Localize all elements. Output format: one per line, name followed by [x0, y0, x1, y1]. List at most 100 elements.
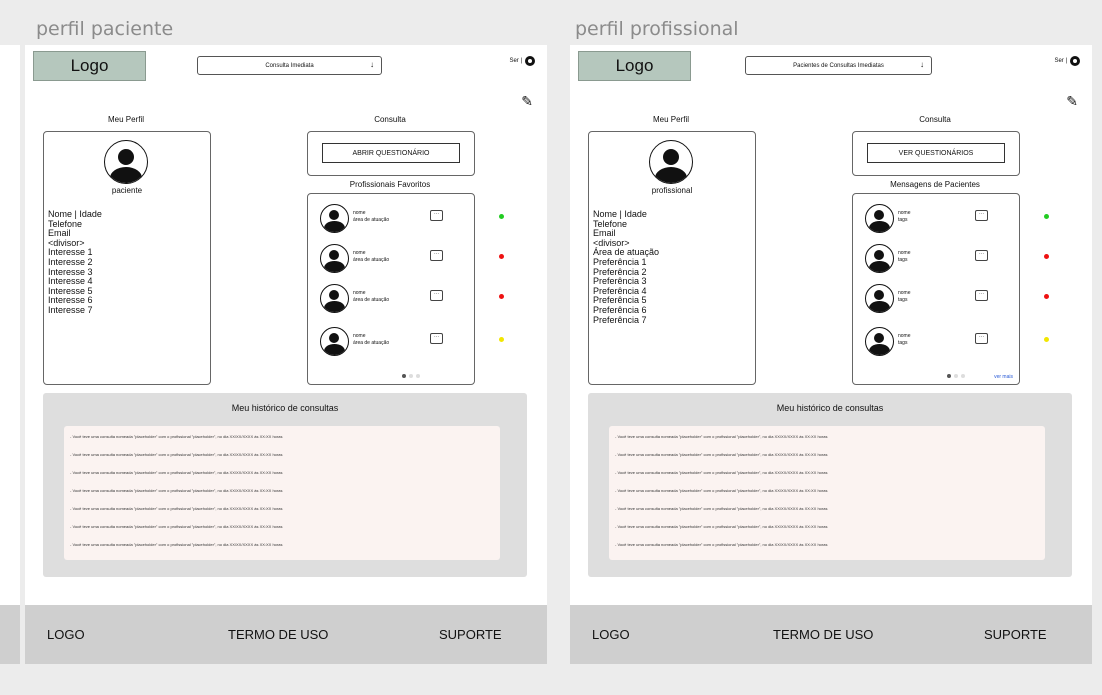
- chat-icon[interactable]: ···: [975, 333, 988, 344]
- consult-heading: Consulta: [919, 115, 951, 124]
- history-item: - Você teve uma consulta nomeada "placeh…: [70, 470, 283, 475]
- previous-frame-edge: [0, 45, 20, 605]
- questionnaire-button[interactable]: VER QUESTIONÁRIOS: [867, 143, 1005, 163]
- history-item: - Você teve uma consulta nomeada "placeh…: [615, 452, 828, 457]
- status-dot: [499, 254, 504, 259]
- history-item: - Você teve uma consulta nomeada "placeh…: [615, 542, 828, 547]
- status-dot: [499, 337, 504, 342]
- history-list: - Você teve uma consulta nomeada "placeh…: [615, 432, 827, 558]
- dropdown-label: Consulta Imediata: [265, 62, 314, 69]
- history-item: - Você teve uma consulta nomeada "placeh…: [615, 506, 828, 511]
- chat-icon[interactable]: ···: [430, 333, 443, 344]
- history-panel: - Você teve uma consulta nomeada "placeh…: [609, 426, 1045, 560]
- list-item[interactable]: nome tags ···: [865, 242, 1049, 276]
- profile-field: Preferência 7: [593, 314, 647, 325]
- item-subtitle: tags: [898, 217, 908, 223]
- pagination-dots[interactable]: [402, 374, 420, 378]
- frame-title: perfil profissional: [575, 18, 739, 40]
- profile-role: paciente: [111, 186, 143, 195]
- item-name: nome: [898, 333, 911, 339]
- item-name: nome: [898, 290, 911, 296]
- consult-history: Meu histórico de consultas - Você teve u…: [588, 393, 1072, 577]
- profile-card: profissional Nome | Idade Telefone Email <d…: [588, 131, 756, 385]
- history-item: - Você teve uma consulta nomeada "placeh…: [615, 470, 828, 475]
- list-item[interactable]: nome área de atuação ···: [320, 242, 504, 276]
- status-dot: [1044, 214, 1049, 219]
- user-menu[interactable]: Ser |: [509, 56, 535, 66]
- history-item: - Você teve uma consulta nomeada "placeh…: [70, 452, 283, 457]
- consult-dropdown[interactable]: Pacientes de Consultas Imediatas ↓: [745, 56, 932, 75]
- list-item[interactable]: nome tags ···: [865, 282, 1049, 316]
- footer-logo[interactable]: LOGO: [47, 627, 85, 642]
- see-more-link[interactable]: ver mais: [994, 374, 1013, 380]
- consult-box: VER QUESTIONÁRIOS: [852, 131, 1020, 176]
- avatar-icon: [320, 327, 349, 356]
- profile-role: profissional: [651, 186, 693, 195]
- profile-page-frame: Logo Consulta Imediata ↓ Ser | ✎ Meu Per…: [25, 45, 547, 695]
- item-subtitle: tags: [898, 257, 908, 263]
- page-sheet: Logo Pacientes de Consultas Imediatas ↓ …: [570, 45, 1092, 605]
- logo[interactable]: Logo: [578, 51, 691, 81]
- list-item[interactable]: nome área de atuação ···: [320, 202, 504, 236]
- history-panel: - Você teve uma consulta nomeada "placeh…: [64, 426, 500, 560]
- item-name: nome: [353, 333, 366, 339]
- history-item: - Você teve uma consulta nomeada "placeh…: [615, 434, 828, 439]
- footer-support-link[interactable]: SUPORTE: [984, 627, 1047, 642]
- page-sheet: Logo Consulta Imediata ↓ Ser | ✎ Meu Per…: [25, 45, 547, 605]
- profile-fields: Nome | Idade Telefone Email <divisor> Intere…: [48, 209, 102, 316]
- footer-terms-link[interactable]: TERMO DE USO: [228, 627, 328, 642]
- status-dot: [499, 214, 504, 219]
- arrow-down-icon: ↓: [370, 60, 374, 69]
- footer-support-link[interactable]: SUPORTE: [439, 627, 502, 642]
- item-subtitle: área de atuação: [353, 257, 390, 263]
- history-title: Meu histórico de consultas: [231, 403, 339, 413]
- history-item: - Você teve uma consulta nomeada "placeh…: [70, 542, 283, 547]
- history-item: - Você teve uma consulta nomeada "placeh…: [70, 524, 283, 529]
- contacts-list: nome tags ··· nome tags ··· nome tags ··· nome tag…: [852, 193, 1049, 385]
- user-label: Ser |: [509, 58, 522, 64]
- footer: LOGO TERMO DE USO SUPORTE: [570, 605, 1092, 664]
- history-item: - Você teve uma consulta nomeada "placeh…: [70, 434, 283, 439]
- user-label: Ser |: [1054, 58, 1067, 64]
- list-item[interactable]: nome área de atuação ···: [320, 282, 504, 316]
- item-subtitle: área de atuação: [353, 297, 390, 303]
- user-avatar-icon: [1070, 56, 1080, 66]
- chat-icon[interactable]: ···: [430, 210, 443, 221]
- avatar-icon: [320, 284, 349, 313]
- user-menu[interactable]: Ser |: [1054, 56, 1080, 66]
- questionnaire-button[interactable]: ABRIR QUESTIONÁRIO: [322, 143, 460, 163]
- footer-logo[interactable]: LOGO: [592, 627, 630, 642]
- chat-icon[interactable]: ···: [430, 290, 443, 301]
- previous-frame-footer-edge: [0, 605, 20, 664]
- consult-heading: Consulta: [374, 115, 406, 124]
- edit-icon[interactable]: ✎: [521, 93, 533, 110]
- history-list: - Você teve uma consulta nomeada "placeh…: [70, 432, 282, 558]
- item-name: nome: [898, 250, 911, 256]
- pagination-dots[interactable]: [947, 374, 965, 378]
- consult-box: ABRIR QUESTIONÁRIO: [307, 131, 475, 176]
- contacts-list: nome área de atuação ··· nome área de atuaçã…: [307, 193, 504, 385]
- list-item[interactable]: nome área de atuação ···: [320, 325, 504, 359]
- chat-icon[interactable]: ···: [430, 250, 443, 261]
- avatar-icon: [320, 244, 349, 273]
- item-name: nome: [353, 250, 366, 256]
- chat-icon[interactable]: ···: [975, 250, 988, 261]
- profile-heading: Meu Perfil: [107, 115, 144, 124]
- frame-title: perfil paciente: [36, 18, 174, 40]
- user-avatar-icon: [525, 56, 535, 66]
- profile-card: paciente Nome | Idade Telefone Email <divis…: [43, 131, 211, 385]
- list-item[interactable]: nome tags ···: [865, 202, 1049, 236]
- profile-field: Interesse 7: [48, 304, 93, 315]
- history-item: - Você teve uma consulta nomeada "placeh…: [615, 488, 828, 493]
- item-subtitle: tags: [898, 297, 908, 303]
- list-item[interactable]: nome tags ···: [865, 325, 1049, 359]
- footer-terms-link[interactable]: TERMO DE USO: [773, 627, 873, 642]
- item-subtitle: tags: [898, 340, 908, 346]
- profile-avatar-icon: [649, 140, 693, 184]
- edit-icon[interactable]: ✎: [1066, 93, 1078, 110]
- chat-icon[interactable]: ···: [975, 210, 988, 221]
- logo[interactable]: Logo: [33, 51, 146, 81]
- profile-fields: Nome | Idade Telefone Email <divisor> Área d…: [593, 209, 659, 325]
- chat-icon[interactable]: ···: [975, 290, 988, 301]
- consult-dropdown[interactable]: Consulta Imediata ↓: [197, 56, 382, 75]
